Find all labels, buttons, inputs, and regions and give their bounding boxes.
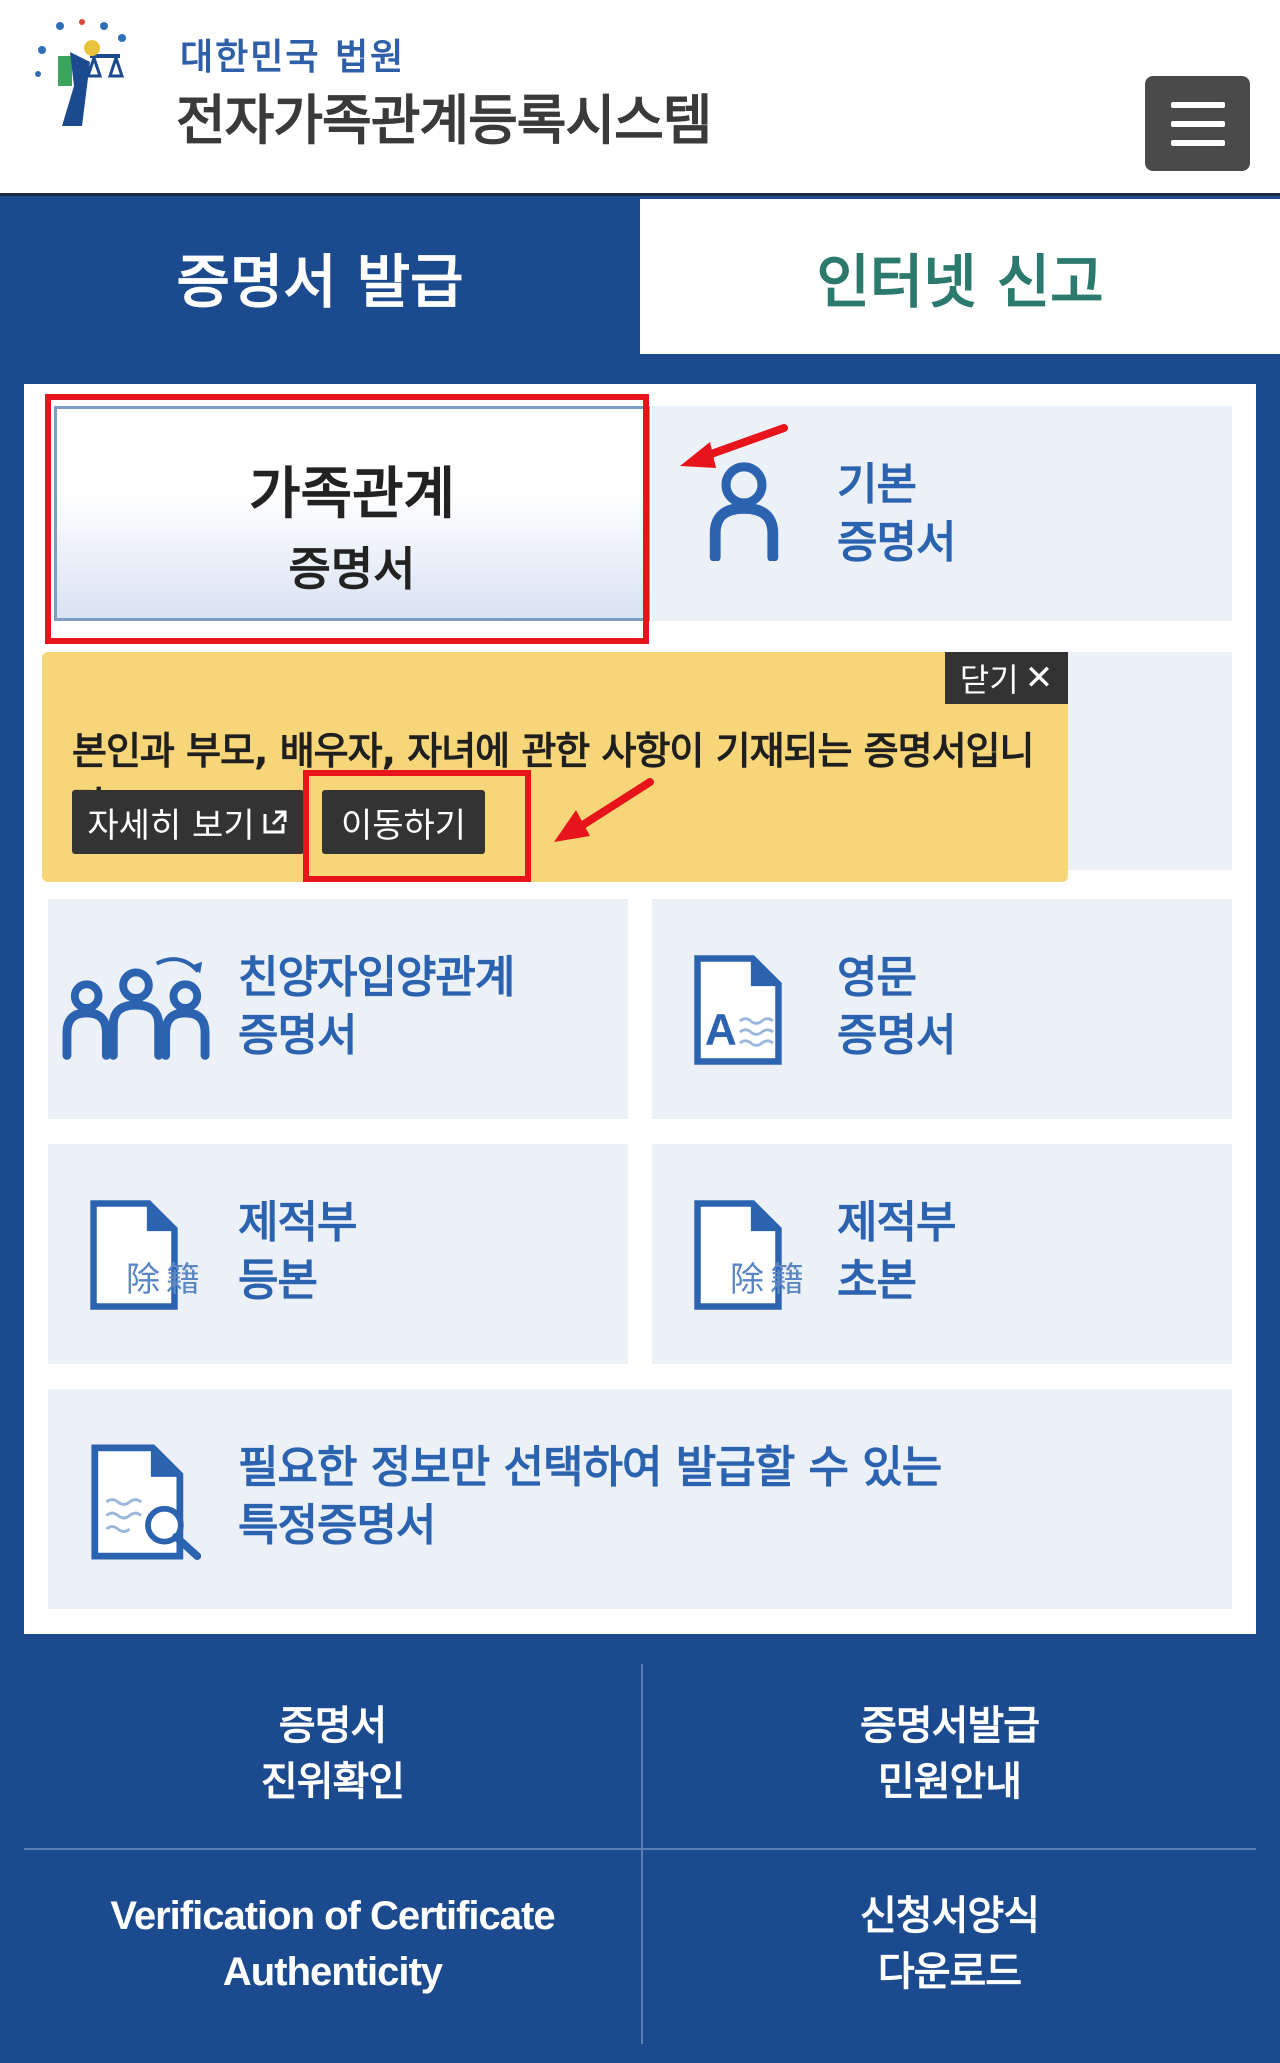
svg-text:A: A [705, 1006, 737, 1055]
brand-title[interactable]: 전자가족관계등록시스템 [176, 76, 712, 155]
removed-register-extract-card[interactable]: 除籍 제적부 초본 [652, 1144, 1232, 1364]
forms-link-line1: 신청서양식 [860, 1893, 1040, 1939]
highlight-box-go-button [303, 770, 531, 882]
menu-bar-icon [1170, 120, 1225, 127]
english-card-line2: 증명서 [837, 1010, 956, 1061]
removed-copy-card-label: 제적부 등본 [238, 1194, 357, 1310]
english-document-icon: A [694, 955, 782, 1065]
english-certificate-card[interactable]: A 영문 증명서 [652, 899, 1232, 1119]
issue-guide-link[interactable]: 증명서발급 민원안내 [643, 1660, 1256, 1848]
basic-card-line1: 기본 [837, 459, 917, 510]
view-details-label: 자세히 보기 [87, 805, 255, 846]
guide-link-line1: 증명서발급 [860, 1703, 1040, 1749]
specific-certificate-card[interactable]: 필요한 정보만 선택하여 발급할 수 있는 특정증명서 [48, 1389, 1232, 1609]
site-header: 대한민국 법원 전자가족관계등록시스템 [0, 0, 1280, 196]
links-horizontal-divider [24, 1848, 1256, 1850]
adoption-card-line2: 증명서 [238, 1010, 357, 1061]
adoption-card-label: 친양자입양관계 증명서 [238, 949, 515, 1065]
close-icon: ✕ [1024, 658, 1054, 698]
red-arrow-icon [554, 778, 654, 842]
menu-bar-icon [1170, 139, 1225, 146]
tab-certificate-issue[interactable]: 증명서 발급 [0, 199, 640, 354]
external-link-icon [263, 810, 287, 834]
red-arrow-icon [680, 424, 788, 468]
family-group-icon [62, 957, 210, 1060]
removed-register-copy-card[interactable]: 除籍 제적부 등본 [48, 1144, 628, 1364]
removed-extract-card-label: 제적부 초본 [837, 1194, 956, 1310]
verify-link-line1: 증명서 [278, 1703, 387, 1749]
bottom-links: 증명서 진위확인 증명서발급 민원안내 Verification of Cert… [24, 1660, 1256, 2063]
specific-card-line2: 특정증명서 [238, 1500, 436, 1551]
removed-copy-line1: 제적부 [238, 1197, 357, 1248]
removed-extract-icon-text: 除籍 [730, 1260, 810, 1300]
removed-extract-line1: 제적부 [837, 1197, 956, 1248]
view-details-button[interactable]: 자세히 보기 [72, 790, 304, 854]
guide-link-line2: 민원안내 [877, 1759, 1022, 1805]
verify-en-line2: Authenticity [222, 1950, 443, 1994]
document-search-icon [91, 1444, 202, 1560]
court-logo-icon[interactable] [30, 16, 140, 141]
tab-internet-report[interactable]: 인터넷 신고 [640, 199, 1280, 354]
certificate-verify-link[interactable]: 증명서 진위확인 [24, 1660, 641, 1848]
basic-card-line2: 증명서 [837, 517, 956, 568]
menu-bar-icon [1170, 101, 1225, 108]
adoption-card-line1: 친양자입양관계 [238, 952, 515, 1003]
verify-link-line2: 진위확인 [260, 1759, 405, 1805]
removed-copy-icon-text: 除籍 [126, 1260, 206, 1300]
brand-subtitle: 대한민국 법원 [180, 37, 406, 78]
verify-english-link[interactable]: Verification of Certificate Authenticity [24, 1850, 641, 2038]
specific-card-line1: 필요한 정보만 선택하여 발급할 수 있는 [238, 1442, 942, 1493]
close-label: 닫기 [959, 661, 1019, 699]
english-card-label: 영문 증명서 [837, 949, 956, 1065]
hamburger-menu-button[interactable] [1145, 76, 1250, 171]
forms-link-line2: 다운로드 [877, 1949, 1022, 1995]
links-vertical-divider [641, 1664, 643, 2044]
adoption-certificate-card[interactable]: 친양자입양관계 증명서 [48, 899, 628, 1119]
verify-en-line1: Verification of Certificate [110, 1894, 555, 1938]
removed-extract-line2: 초본 [837, 1255, 917, 1306]
english-card-line1: 영문 [837, 952, 917, 1003]
highlight-box-family-card [45, 394, 649, 644]
specific-card-label: 필요한 정보만 선택하여 발급할 수 있는 특정증명서 [238, 1439, 942, 1555]
tooltip-close-button[interactable]: 닫기 ✕ [945, 652, 1068, 704]
basic-card-label: 기본 증명서 [837, 456, 956, 572]
removed-copy-line2: 등본 [238, 1255, 318, 1306]
form-download-link[interactable]: 신청서양식 다운로드 [643, 1850, 1256, 2038]
main-tabs: 증명서 발급 인터넷 신고 [0, 199, 1280, 354]
